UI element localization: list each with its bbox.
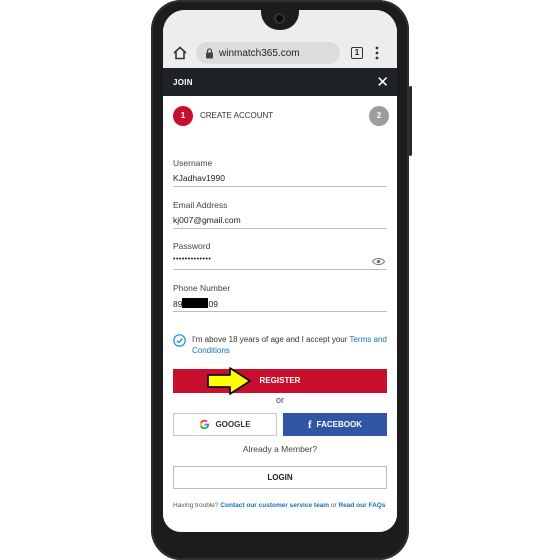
join-header: JOIN ✕: [163, 68, 397, 96]
close-icon[interactable]: ✕: [376, 75, 389, 90]
facebook-signin-button[interactable]: f FACEBOOK: [283, 413, 387, 436]
phone-input[interactable]: 89 09: [173, 298, 387, 311]
eye-icon[interactable]: [372, 257, 385, 266]
google-signin-button[interactable]: GOOGLE: [173, 413, 277, 436]
contact-support-link[interactable]: Contact our customer service team: [220, 502, 329, 509]
help-prefix: Having trouble?: [173, 502, 221, 509]
username-label: Username: [173, 158, 213, 168]
or-divider: or: [275, 395, 284, 405]
step-indicator: 1 CREATE ACCOUNT 2: [173, 106, 389, 126]
help-text: Having trouble? Contact our customer ser…: [173, 502, 393, 509]
address-bar[interactable]: winmatch365.com: [196, 42, 340, 64]
arrow-annotation: [207, 367, 251, 395]
step-2-badge: 2: [369, 106, 389, 126]
registration-form: 1 CREATE ACCOUNT 2 Username KJadhav1990 …: [163, 96, 397, 532]
phone-field[interactable]: Phone Number 89 09: [173, 283, 387, 312]
phone-suffix: 09: [208, 299, 218, 309]
browser-toolbar: winmatch365.com 1: [163, 38, 397, 68]
page-title: JOIN: [173, 77, 193, 87]
consent-statement: I'm above 18 years of age and I accept y…: [192, 335, 350, 344]
login-button[interactable]: LOGIN: [173, 466, 387, 489]
faq-link[interactable]: Read our FAQs: [338, 502, 385, 509]
home-icon[interactable]: [172, 45, 188, 61]
status-bar: [163, 10, 397, 38]
phone-screen: winmatch365.com 1 JOIN ✕ 1 CREATE ACCOUN…: [163, 10, 397, 532]
tab-switcher-icon[interactable]: 1: [351, 47, 363, 59]
facebook-label: FACEBOOK: [316, 420, 362, 429]
redaction-box: [182, 298, 209, 308]
password-label: Password: [173, 241, 211, 251]
kebab-menu-icon[interactable]: [375, 46, 379, 60]
already-member-text: Already a Member?: [242, 444, 318, 454]
google-icon: [200, 419, 210, 430]
username-field[interactable]: Username KJadhav1990: [173, 158, 387, 187]
step-1-badge: 1: [173, 106, 193, 126]
facebook-icon: f: [307, 418, 312, 431]
camera-icon: [274, 13, 285, 24]
username-input[interactable]: KJadhav1990: [173, 173, 387, 186]
google-label: GOOGLE: [215, 420, 251, 429]
phone-label: Phone Number: [173, 283, 231, 293]
phone-prefix: 89: [173, 299, 183, 309]
consent-text: I'm above 18 years of age and I accept y…: [192, 334, 387, 356]
url-text: winmatch365.com: [219, 47, 300, 59]
email-input[interactable]: kj007@gmail.com: [173, 215, 387, 228]
phone-side-button: [409, 86, 412, 156]
password-input[interactable]: •••••••••••••: [173, 256, 387, 269]
step-1-label: CREATE ACCOUNT: [200, 111, 274, 120]
email-field[interactable]: Email Address kj007@gmail.com: [173, 200, 387, 229]
password-field[interactable]: Password •••••••••••••: [173, 241, 387, 270]
camera-notch: [261, 10, 299, 30]
email-label: Email Address: [173, 200, 228, 210]
checkmark-icon[interactable]: [173, 334, 186, 347]
lock-icon: [206, 47, 213, 58]
